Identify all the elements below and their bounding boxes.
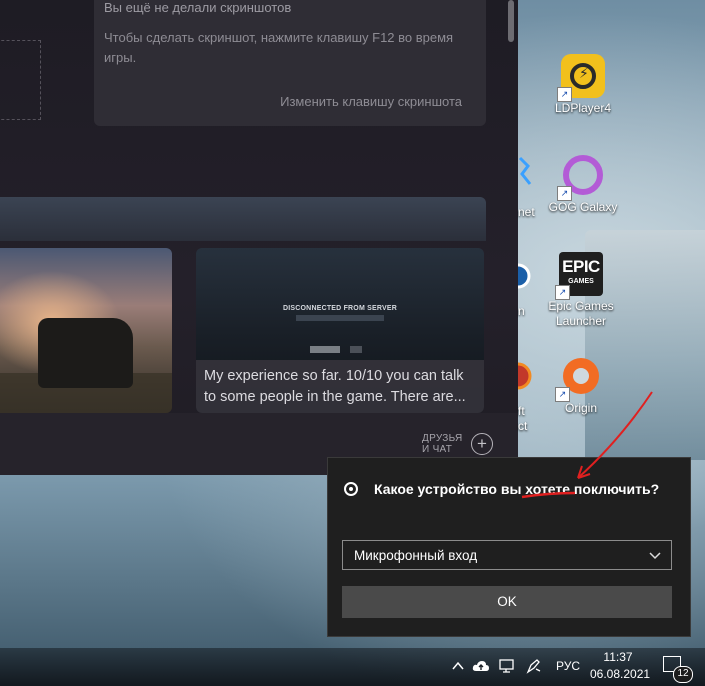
desktop-icon-origin[interactable]: ↗ Origin xyxy=(539,354,623,416)
desktop-icon-label: GOG Galaxy xyxy=(548,200,618,214)
shortcut-arrow-icon: ↗ xyxy=(555,285,570,300)
desktop-icon-epic-games[interactable]: EPIC GAMES ↗ Epic Games Launcher xyxy=(539,252,623,329)
desktop-icon-label: Origin xyxy=(564,401,597,415)
partial-icon-label: ft xyxy=(518,404,525,418)
partial-app-icon[interactable] xyxy=(518,356,532,396)
screenshot-hint-text: Чтобы сделать скриншот, нажмите клавишу … xyxy=(104,30,454,65)
gog-galaxy-icon: ↗ xyxy=(557,153,605,201)
review-caption: My experience so far. 10/10 you can talk… xyxy=(196,360,484,413)
screenshots-panel: Вы ещё не делали скриншотов Чтобы сделат… xyxy=(94,0,486,126)
clock[interactable]: 11:37 06.08.2021 xyxy=(590,649,651,683)
disconnected-title: DISCONNECTED FROM SERVER xyxy=(283,305,397,312)
cloud-upload-icon[interactable] xyxy=(472,658,490,674)
origin-icon: ↗ xyxy=(555,354,603,402)
partial-app-icon[interactable] xyxy=(518,152,532,192)
shortcut-arrow-icon: ↗ xyxy=(555,387,570,402)
ldplayer-icon: ⚡ ↗ xyxy=(557,54,605,102)
clock-time: 11:37 xyxy=(603,650,633,664)
popup-message: Какое устройство вы хотете поключить? xyxy=(374,481,660,497)
scrollbar[interactable] xyxy=(508,0,514,42)
review-caption-text: My experience so far. 10/10 you can talk… xyxy=(204,368,466,405)
disconnected-button xyxy=(310,346,340,353)
desktop-icon-ldplayer[interactable]: ⚡ ↗ LDPlayer4 xyxy=(541,54,625,116)
epic-games-icon: EPIC GAMES ↗ xyxy=(555,252,603,300)
disconnected-subtext xyxy=(296,315,384,321)
section-header-band xyxy=(0,197,486,241)
notification-count-badge: 12 xyxy=(673,666,693,683)
chevron-up-icon[interactable] xyxy=(451,660,465,672)
partial-app-icon[interactable] xyxy=(518,258,532,298)
desktop-icon-label: Epic Games Launcher xyxy=(548,299,614,328)
device-select[interactable]: Микрофонный вход xyxy=(342,540,672,570)
no-screenshots-text: Вы ещё не делали скриншотов xyxy=(104,0,292,15)
ok-button[interactable]: OK xyxy=(342,586,672,618)
disconnected-button-secondary xyxy=(350,346,362,353)
language-indicator[interactable]: РУС xyxy=(556,659,580,673)
screenshot-placeholder xyxy=(0,40,41,120)
change-screenshot-key-link[interactable]: Изменить клавишу скриншота xyxy=(280,94,462,109)
pen-icon[interactable] xyxy=(525,657,543,675)
shortcut-arrow-icon: ↗ xyxy=(557,186,572,201)
review-thumbnail[interactable]: DISCONNECTED FROM SERVER My experience s… xyxy=(196,248,484,413)
taskbar: РУС 11:37 06.08.2021 12 xyxy=(0,648,705,686)
shortcut-arrow-icon: ↗ xyxy=(557,87,572,102)
vehicle-silhouette xyxy=(38,318,133,388)
clock-date: 06.08.2021 xyxy=(590,667,651,681)
device-select-value: Микрофонный вход xyxy=(354,548,478,563)
game-thumbnail[interactable] xyxy=(0,248,172,413)
network-icon[interactable] xyxy=(498,658,516,674)
partial-icon-label: n xyxy=(518,304,525,318)
desktop-icon-gog-galaxy[interactable]: ↗ GOG Galaxy xyxy=(541,153,625,215)
partial-icon-label: net xyxy=(518,205,535,219)
friends-chat-label[interactable]: ДРУЗЬЯ И ЧАТ xyxy=(422,433,463,455)
add-friend-icon[interactable]: + xyxy=(471,433,493,455)
chevron-down-icon xyxy=(649,552,661,560)
device-icon xyxy=(344,482,358,496)
steam-window: Вы ещё не делали скриншотов Чтобы сделат… xyxy=(0,0,518,475)
partial-icon-label: ct xyxy=(518,419,528,433)
device-connect-popup: Какое устройство вы хотете поключить? Ми… xyxy=(327,457,691,637)
desktop-icon-label: LDPlayer4 xyxy=(554,101,612,115)
